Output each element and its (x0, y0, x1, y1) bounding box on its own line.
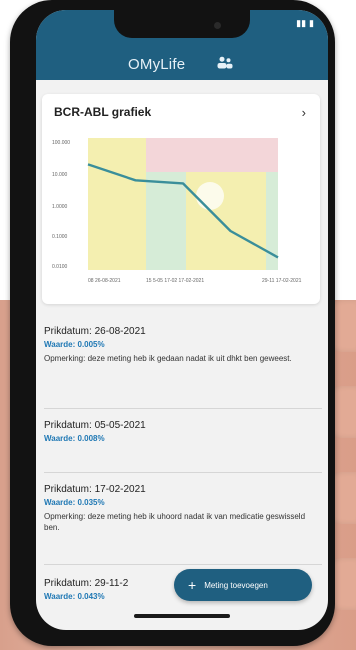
band-yellow-middle (186, 172, 266, 270)
divider (44, 408, 322, 409)
x-tick-label: 08 26-08-2021 (88, 278, 121, 284)
add-measurement-label: Meting toevoegen (204, 580, 268, 590)
item-date: Prikdatum: 26-08-2021 (44, 326, 146, 337)
x-tick-label: 29-11 17-02-2021 (262, 278, 302, 284)
bcr-abl-chart: 100.000 10.000 1.0000 0.1000 0.0100 08 2… (52, 138, 302, 284)
x-tick-label: 15 5-05 17-02 17-02-2021 (146, 278, 204, 284)
list-item[interactable]: Prikdatum: 26-08-2021 Waarde: 0.005% Opm… (44, 326, 314, 364)
y-tick-label: 0.1000 (52, 234, 68, 240)
item-date: Prikdatum: 05-05-2021 (44, 420, 146, 431)
divider (44, 472, 322, 473)
app-title: OMyLife (128, 56, 186, 73)
home-indicator (134, 614, 230, 618)
y-tick-label: 10.000 (52, 172, 68, 178)
app-bar: ▮▮ ▮ OMyLife (36, 10, 328, 80)
item-note: Opmerking: deze meting heb ik uhoord nad… (44, 512, 306, 532)
y-tick-label: 100.000 (52, 140, 70, 146)
band-yellow-left (88, 138, 146, 270)
band-red (146, 138, 278, 172)
notch (114, 10, 250, 38)
chart-bands (88, 138, 278, 270)
y-axis: 100.000 10.000 1.0000 0.1000 0.0100 (52, 140, 70, 270)
signal-icon: ▮▮ (296, 18, 307, 28)
list-item[interactable]: Prikdatum: 05-05-2021 Waarde: 0.008% (44, 420, 314, 447)
divider (44, 564, 322, 565)
item-note: Opmerking: deze meting heb ik gedaan nad… (44, 354, 292, 363)
y-tick-label: 1.0000 (52, 204, 68, 210)
status-bar: ▮▮ ▮ (296, 18, 314, 29)
plus-icon: + (188, 577, 197, 593)
chevron-right-icon[interactable]: › (302, 105, 306, 120)
item-value: Waarde: 0.035% (44, 498, 105, 507)
card-title: BCR-ABL grafiek (54, 105, 152, 119)
band-green-middle (146, 172, 186, 270)
x-axis: 08 26-08-2021 15 5-05 17-02 17-02-2021 2… (88, 278, 302, 284)
camera-icon (214, 22, 221, 29)
scene: ▮▮ ▮ OMyLife BCR-ABL grafiek › 100.000 1… (0, 0, 356, 650)
phone-screen: ▮▮ ▮ OMyLife BCR-ABL grafiek › 100.000 1… (36, 10, 328, 630)
item-value: Waarde: 0.008% (44, 434, 105, 443)
people-icon (217, 56, 233, 69)
selection-marker[interactable] (196, 182, 224, 210)
add-measurement-button[interactable]: + Meting toevoegen (174, 569, 312, 601)
battery-icon: ▮ (309, 18, 314, 28)
chart-card[interactable]: BCR-ABL grafiek › 100.000 10.000 1.0000 (42, 94, 320, 304)
item-date: Prikdatum: 17-02-2021 (44, 484, 146, 495)
phone-frame: ▮▮ ▮ OMyLife BCR-ABL grafiek › 100.000 1… (10, 0, 335, 646)
item-value: Waarde: 0.005% (44, 340, 105, 349)
y-tick-label: 0.0100 (52, 264, 68, 270)
list-item[interactable]: Prikdatum: 17-02-2021 Waarde: 0.035% Opm… (44, 484, 314, 533)
